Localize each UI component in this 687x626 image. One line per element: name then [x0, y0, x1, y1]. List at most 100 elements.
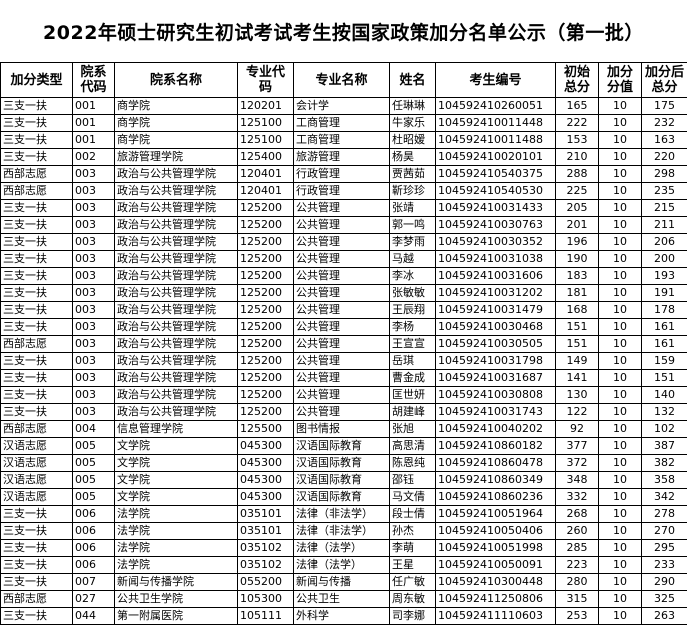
dept-name-cell: 政治与公共管理学院 — [114, 403, 238, 421]
table-row: 汉语志愿 005 文学院 045300 汉语国际教育 高思清 104592410860182… — [0, 437, 687, 455]
major-code-cell: 125200 — [237, 386, 294, 404]
student-name-cell: 岳琪 — [389, 352, 436, 370]
major-name-cell: 公共管理 — [293, 199, 390, 217]
final-score-cell: 387 — [641, 437, 687, 455]
bonus-type-cell: 三支一扶 — [0, 522, 73, 540]
major-name-cell: 公共管理 — [293, 318, 390, 336]
dept-code-cell: 006 — [72, 539, 115, 557]
major-name-cell: 法律（法学） — [293, 556, 390, 574]
initial-score-cell: 377 — [555, 437, 599, 455]
header-final-score: 加分后总分 — [641, 62, 687, 98]
dept-name-cell: 政治与公共管理学院 — [114, 165, 238, 183]
major-name-cell: 公共管理 — [293, 233, 390, 251]
major-name-cell: 公共管理 — [293, 352, 390, 370]
bonus-points-cell: 10 — [598, 488, 642, 506]
final-score-cell: 151 — [641, 369, 687, 387]
initial-score-cell: 141 — [555, 369, 599, 387]
exam-id-cell: 104592410040202 — [435, 420, 556, 438]
initial-score-cell: 168 — [555, 301, 599, 319]
dept-code-cell: 044 — [72, 607, 115, 625]
exam-id-cell: 104592410011448 — [435, 114, 556, 132]
dept-code-cell: 004 — [72, 420, 115, 438]
student-name-cell: 陈恩纯 — [389, 454, 436, 472]
major-code-cell: 125200 — [237, 199, 294, 217]
major-name-cell: 公共卫生 — [293, 590, 390, 608]
bonus-points-cell: 10 — [598, 420, 642, 438]
initial-score-cell: 260 — [555, 522, 599, 540]
initial-score-cell: 372 — [555, 454, 599, 472]
initial-score-cell: 153 — [555, 131, 599, 149]
final-score-cell: 290 — [641, 573, 687, 591]
exam-id-cell: 104592410031743 — [435, 403, 556, 421]
major-code-cell: 105300 — [237, 590, 294, 608]
bonus-points-cell: 10 — [598, 182, 642, 200]
bonus-points-cell: 10 — [598, 386, 642, 404]
major-name-cell: 公共管理 — [293, 369, 390, 387]
student-name-cell: 周东敏 — [389, 590, 436, 608]
dept-code-cell: 006 — [72, 556, 115, 574]
bonus-type-cell: 三支一扶 — [0, 607, 73, 625]
dept-name-cell: 政治与公共管理学院 — [114, 233, 238, 251]
exam-id-cell: 104592410051998 — [435, 539, 556, 557]
major-code-cell: 125200 — [237, 250, 294, 268]
table-row: 三支一扶 006 法学院 035102 法律（法学） 李萌 104592410051998 2… — [0, 539, 687, 557]
dept-code-cell: 003 — [72, 199, 115, 217]
dept-code-cell: 003 — [72, 369, 115, 387]
major-code-cell: 125200 — [237, 284, 294, 302]
initial-score-cell: 268 — [555, 505, 599, 523]
dept-name-cell: 文学院 — [114, 471, 238, 489]
initial-score-cell: 348 — [555, 471, 599, 489]
initial-score-cell: 181 — [555, 284, 599, 302]
major-name-cell: 法律（非法学） — [293, 522, 390, 540]
bonus-type-cell: 三支一扶 — [0, 556, 73, 574]
major-code-cell: 125100 — [237, 114, 294, 132]
major-code-cell: 045300 — [237, 471, 294, 489]
dept-name-cell: 政治与公共管理学院 — [114, 386, 238, 404]
exam-id-cell: 104592411110603 — [435, 607, 556, 625]
student-name-cell: 司李娜 — [389, 607, 436, 625]
initial-score-cell: 222 — [555, 114, 599, 132]
table-header-row: 加分类型 院系代码 院系名称 专业代码 专业名称 姓名 考生编号 初始总分 加分… — [0, 62, 687, 98]
initial-score-cell: 225 — [555, 182, 599, 200]
student-name-cell: 张旭 — [389, 420, 436, 438]
bonus-type-cell: 西部志愿 — [0, 590, 73, 608]
student-name-cell: 郭一鸣 — [389, 216, 436, 234]
final-score-cell: 211 — [641, 216, 687, 234]
exam-id-cell: 104592410050091 — [435, 556, 556, 574]
exam-id-cell: 104592410860182 — [435, 437, 556, 455]
exam-id-cell: 104592410031479 — [435, 301, 556, 319]
exam-id-cell: 104592410540530 — [435, 182, 556, 200]
major-code-cell: 045300 — [237, 454, 294, 472]
exam-id-cell: 104592410031038 — [435, 250, 556, 268]
bonus-type-cell: 西部志愿 — [0, 165, 73, 183]
dept-name-cell: 文学院 — [114, 437, 238, 455]
final-score-cell: 382 — [641, 454, 687, 472]
major-name-cell: 公共管理 — [293, 216, 390, 234]
bonus-points-cell: 10 — [598, 573, 642, 591]
student-name-cell: 贾茜茹 — [389, 165, 436, 183]
major-code-cell: 045300 — [237, 488, 294, 506]
dept-code-cell: 027 — [72, 590, 115, 608]
table-row: 西部志愿 027 公共卫生学院 105300 公共卫生 周东敏 10459241125080… — [0, 590, 687, 608]
dept-name-cell: 法学院 — [114, 556, 238, 574]
major-name-cell: 行政管理 — [293, 182, 390, 200]
bonus-points-cell: 10 — [598, 471, 642, 489]
major-name-cell: 旅游管理 — [293, 148, 390, 166]
exam-id-cell: 104592410860236 — [435, 488, 556, 506]
initial-score-cell: 130 — [555, 386, 599, 404]
dept-code-cell: 005 — [72, 488, 115, 506]
bonus-points-cell: 10 — [598, 539, 642, 557]
final-score-cell: 325 — [641, 590, 687, 608]
bonus-points-cell: 10 — [598, 250, 642, 268]
final-score-cell: 132 — [641, 403, 687, 421]
table-row: 三支一扶 003 政治与公共管理学院 125200 公共管理 曹金成 10459241003… — [0, 369, 687, 387]
dept-name-cell: 旅游管理学院 — [114, 148, 238, 166]
bonus-type-cell: 三支一扶 — [0, 403, 73, 421]
final-score-cell: 233 — [641, 556, 687, 574]
bonus-type-cell: 三支一扶 — [0, 267, 73, 285]
dept-code-cell: 003 — [72, 352, 115, 370]
dept-name-cell: 文学院 — [114, 454, 238, 472]
header-major-code: 专业代码 — [237, 62, 294, 98]
header-dept-name: 院系名称 — [114, 62, 238, 98]
table-row: 三支一扶 003 政治与公共管理学院 125200 公共管理 郭一鸣 10459241003… — [0, 216, 687, 234]
